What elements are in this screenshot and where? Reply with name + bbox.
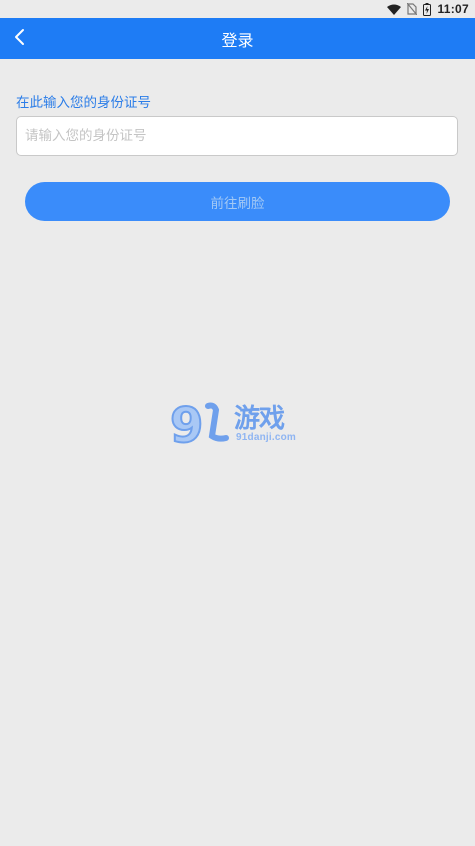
logo-9l-icon: 9	[169, 397, 229, 452]
no-sim-icon	[407, 3, 418, 15]
watermark-logo: 9 游戏 91danji.com	[168, 396, 308, 452]
id-number-label: 在此输入您的身份证号	[16, 95, 151, 111]
page-title: 登录	[221, 30, 254, 50]
battery-charging-icon	[423, 2, 432, 16]
status-clock: 11:07	[437, 2, 469, 16]
wifi-icon	[387, 4, 402, 15]
back-button[interactable]	[6, 18, 34, 59]
chevron-left-icon	[14, 28, 26, 50]
id-number-input[interactable]	[16, 116, 458, 156]
watermark-domain: 91danji.com	[236, 432, 296, 443]
face-scan-button[interactable]: 前往刷脸	[25, 182, 450, 221]
watermark-name: 游戏	[234, 404, 285, 434]
app-bar: 登录	[0, 18, 475, 59]
svg-text:9: 9	[170, 398, 203, 452]
status-bar: 11:07	[0, 0, 475, 18]
